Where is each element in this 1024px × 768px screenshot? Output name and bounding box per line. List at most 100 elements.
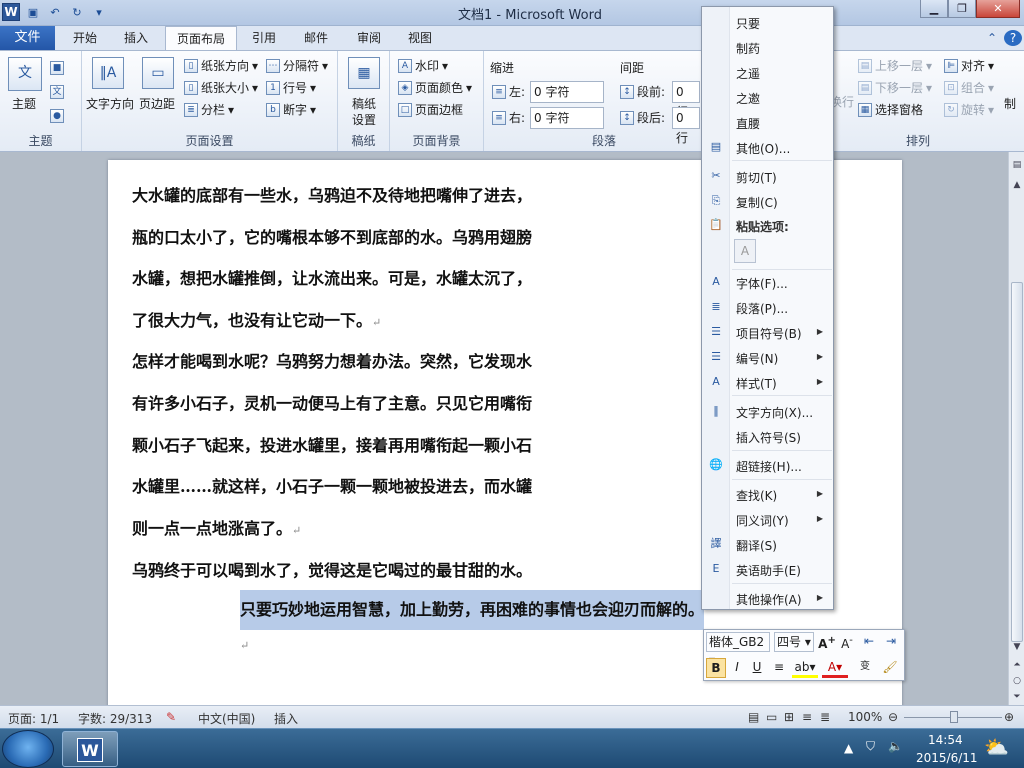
indent-right-field[interactable]: 0 字符 <box>530 107 604 129</box>
selection-pane-button[interactable]: ▦ 选择窗格 <box>858 101 923 118</box>
breaks-button[interactable]: ⋯ 分隔符 ▾ <box>266 57 328 74</box>
prev-page-icon[interactable]: ⏶ <box>1010 658 1024 672</box>
help-icon[interactable]: ? <box>1004 30 1022 46</box>
doc-line-10[interactable]: 乌鸦终于可以喝到水了，觉得这是它喝过的最甘甜的水。 <box>132 557 532 581</box>
theme-button[interactable]: 主题 <box>12 95 36 112</box>
format-painter-icon[interactable]: 🖌 <box>880 658 900 678</box>
status-language[interactable]: 中文(中国) <box>198 710 255 727</box>
margins-icon[interactable]: ▭ <box>142 57 174 89</box>
document-area[interactable]: 大水罐的底部有一些水，乌鸦迫不及待地把嘴伸了进去， 瓶的口太小了，它的嘴根本够不… <box>0 152 1008 705</box>
highlight-icon[interactable]: ab▾ <box>792 658 818 678</box>
menu-styles[interactable]: 样式(T) <box>736 375 777 392</box>
spacing-before-field[interactable]: 0 行 <box>672 81 700 119</box>
tab-page-layout[interactable]: 页面布局 <box>165 26 237 51</box>
redo-icon[interactable]: ↻ <box>68 3 86 21</box>
menu-numbering[interactable]: 编号(N) <box>736 350 778 367</box>
menu-synonyms[interactable]: 同义词(Y) <box>736 512 789 529</box>
scroll-up-icon[interactable]: ▲ <box>1010 178 1024 192</box>
phonetic-guide-icon[interactable]: 变 <box>854 658 876 678</box>
text-direction-button[interactable]: 文字方向 <box>86 95 134 112</box>
paste-keep-text-icon[interactable]: A <box>734 239 756 263</box>
close-button[interactable]: ✕ <box>976 0 1020 18</box>
menu-other-actions[interactable]: 其他操作(A) <box>736 591 802 608</box>
menu-bullets[interactable]: 项目符号(B) <box>736 325 802 342</box>
ruler-toggle-icon[interactable]: ▤ <box>1010 158 1024 172</box>
doc-line-5[interactable]: 怎样才能喝到水呢？乌鸦努力想着办法。突然，它发现水 <box>132 348 532 372</box>
hyphenation-button[interactable]: b 断字 ▾ <box>266 101 316 118</box>
line-numbers-button[interactable]: 1 行号 ▾ <box>266 79 316 96</box>
menu-copy[interactable]: 复制(C) <box>736 194 778 211</box>
show-hidden-icons-icon[interactable]: ▲ <box>844 741 853 755</box>
save-icon[interactable]: ▣ <box>24 3 42 21</box>
doc-line-8[interactable]: 水罐里……就这样，小石子一颗一颗地被投进去，而水罐 <box>132 473 532 497</box>
manuscript-icon[interactable]: ▦ <box>348 57 380 89</box>
view-print-layout-icon[interactable]: ▤ <box>748 710 759 724</box>
candidate-5[interactable]: 直腰 <box>736 115 760 132</box>
candidate-4[interactable]: 之邀 <box>736 90 760 107</box>
tab-insert[interactable]: 插入 <box>114 26 158 50</box>
status-page[interactable]: 页面: 1/1 <box>8 710 59 727</box>
customize-qat-icon[interactable]: ▾ <box>90 3 108 21</box>
shrink-font-icon[interactable]: A- <box>838 632 856 652</box>
send-backward-button[interactable]: ▤ 下移一层 ▾ <box>858 79 932 96</box>
view-outline-icon[interactable]: ≡ <box>802 710 812 724</box>
menu-font[interactable]: 字体(F)... <box>736 275 788 292</box>
menu-translate[interactable]: 翻译(S) <box>736 537 777 554</box>
tab-file[interactable]: 文件 <box>0 26 55 50</box>
indent-left-field[interactable]: 0 字符 <box>530 81 604 103</box>
grow-font-icon[interactable]: A+ <box>818 632 836 652</box>
theme-colors-icon[interactable]: ■ <box>50 61 64 75</box>
menu-lookup[interactable]: 查找(K) <box>736 487 777 504</box>
minimize-button[interactable]: ▁ <box>920 0 948 18</box>
spacing-after-field[interactable]: 0 行 <box>672 107 700 145</box>
candidate-1[interactable]: 只要 <box>736 15 760 32</box>
mini-size-select[interactable]: 四号 ▾ <box>774 632 814 652</box>
view-web-icon[interactable]: ⊞ <box>784 710 794 724</box>
browse-object-icon[interactable]: ○ <box>1010 674 1024 688</box>
font-color-icon[interactable]: A▾ <box>822 658 848 678</box>
scroll-down-icon[interactable]: ▼ <box>1010 640 1024 654</box>
zoom-level[interactable]: 100% <box>848 710 882 724</box>
doc-line-9[interactable]: 则一点一点地涨高了。↵ <box>132 515 301 539</box>
candidate-2[interactable]: 制药 <box>736 40 760 57</box>
start-button[interactable] <box>2 730 54 768</box>
italic-button[interactable]: I <box>728 658 746 678</box>
size-button[interactable]: ▯ 纸张大小 ▾ <box>184 79 258 96</box>
rotate-button[interactable]: ↻ 旋转 ▾ <box>944 101 994 118</box>
text-direction-icon[interactable]: ‖A <box>92 57 124 89</box>
minimize-ribbon-icon[interactable]: ⌃ <box>984 26 1000 50</box>
theme-icon[interactable]: 文 <box>8 57 42 91</box>
menu-cut[interactable]: 剪切(T) <box>736 169 777 186</box>
menu-hyperlink[interactable]: 超链接(H)... <box>736 458 802 475</box>
doc-line-2[interactable]: 瓶的口太小了，它的嘴根本够不到底部的水。乌鸦用翅膀 <box>132 224 532 248</box>
vertical-scrollbar[interactable]: ▤ ▲ ▼ ⏶ ○ ⏷ <box>1008 152 1024 705</box>
doc-line-7[interactable]: 颗小石子飞起来，投进水罐里，接着再用嘴衔起一颗小石 <box>132 432 532 456</box>
clock-time[interactable]: 14:54 <box>928 733 963 747</box>
page-color-button[interactable]: ◈ 页面颜色 ▾ <box>398 79 472 96</box>
margins-button[interactable]: 页边距 <box>139 95 175 112</box>
bold-button[interactable]: B <box>706 658 726 678</box>
orientation-button[interactable]: ▯ 纸张方向 ▾ <box>184 57 258 74</box>
menu-english-assistant[interactable]: 英语助手(E) <box>736 562 801 579</box>
underline-button[interactable]: U <box>748 658 766 678</box>
center-align-icon[interactable]: ≡ <box>770 658 788 678</box>
menu-insert-symbol[interactable]: 插入符号(S) <box>736 429 801 446</box>
doc-line-6[interactable]: 有许多小石子，灵机一动便马上有了主意。只见它用嘴衔 <box>132 390 532 414</box>
status-word-count[interactable]: 字数: 29/313 <box>78 710 152 727</box>
theme-effects-icon[interactable]: ● <box>50 109 64 123</box>
doc-line-3[interactable]: 水罐，想把水罐推倒，让水流出来。可是，水罐太沉了， <box>132 265 532 289</box>
status-insert-mode[interactable]: 插入 <box>274 710 298 727</box>
watermark-button[interactable]: A 水印 ▾ <box>398 57 448 74</box>
manuscript-button-line1[interactable]: 稿纸 <box>352 95 376 112</box>
view-full-screen-icon[interactable]: ▭ <box>766 710 777 724</box>
tab-mailings[interactable]: 邮件 <box>296 26 336 50</box>
tab-view[interactable]: 视图 <box>400 26 440 50</box>
selected-line[interactable]: 只要巧妙地运用智慧，加上勤劳，再困难的事情也会迎刃而解的。 <box>240 590 705 630</box>
view-draft-icon[interactable]: ≣ <box>820 710 830 724</box>
tab-references[interactable]: 引用 <box>244 26 284 50</box>
group-button[interactable]: ⊡ 组合 ▾ <box>944 79 994 96</box>
doc-line-1[interactable]: 大水罐的底部有一些水，乌鸦迫不及待地把嘴伸了进去， <box>132 182 532 206</box>
increase-indent-icon[interactable]: ⇥ <box>882 632 900 652</box>
proofing-icon[interactable]: ✎ <box>166 710 176 724</box>
bring-forward-button[interactable]: ▤ 上移一层 ▾ <box>858 57 932 74</box>
